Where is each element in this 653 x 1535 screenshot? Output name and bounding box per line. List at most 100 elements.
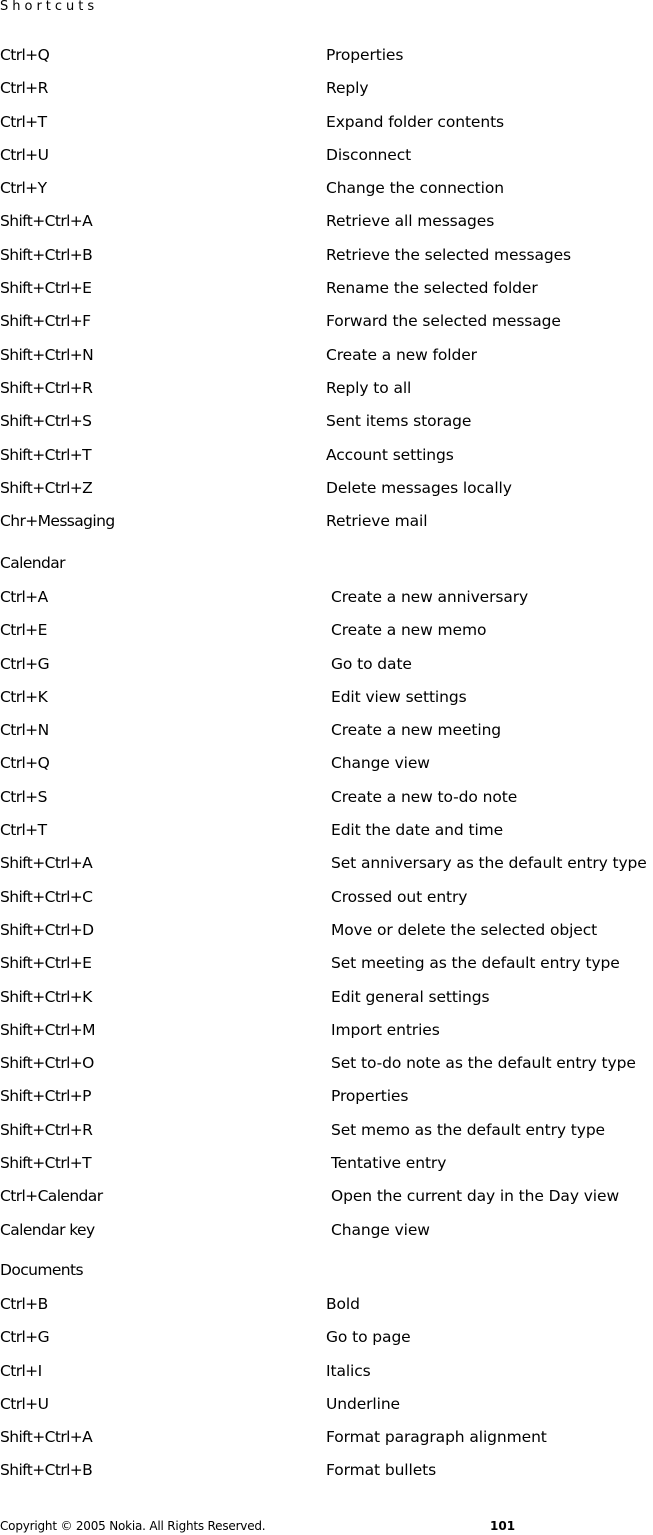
shortcut-row: Ctrl+A Create a new anniversary <box>0 587 653 620</box>
shortcut-description: Account settings <box>326 445 454 464</box>
shortcut-description: Import entries <box>331 1020 440 1039</box>
shortcut-key: Shift+Ctrl+M <box>0 1020 96 1039</box>
shortcut-description: Crossed out entry <box>331 887 468 906</box>
shortcut-key: Shift+Ctrl+K <box>0 987 92 1006</box>
shortcut-row: Shift+Ctrl+R Set memo as the default entr… <box>0 1120 653 1153</box>
shortcut-description: Edit view settings <box>331 687 467 706</box>
shortcut-description: Bold <box>326 1295 360 1313</box>
shortcut-row: Ctrl+U Underline <box>0 1394 653 1427</box>
shortcut-description: Set to-do note as the default entry type <box>331 1054 636 1073</box>
shortcut-description: Retrieve the selected messages <box>326 245 571 264</box>
shortcut-key: Shift+Ctrl+Z <box>0 478 93 497</box>
shortcut-row: Shift+Ctrl+K Edit general settings <box>0 987 653 1020</box>
shortcut-row: Shift+Ctrl+R Reply to all <box>0 378 653 411</box>
shortcut-key: Shift+Ctrl+C <box>0 887 93 906</box>
shortcut-key: Shift+Ctrl+F <box>0 312 91 331</box>
shortcut-row: Chr+Messaging Retrieve mail <box>0 511 653 544</box>
shortcut-row: Shift+Ctrl+M Import entries <box>0 1020 653 1053</box>
shortcut-description: Change view <box>331 1220 430 1239</box>
shortcut-key: Ctrl+E <box>0 621 47 640</box>
shortcut-key: Ctrl+T <box>0 112 47 131</box>
shortcut-key: Ctrl+B <box>0 1295 48 1313</box>
shortcut-key: Ctrl+Q <box>0 754 50 773</box>
shortcut-description: Change view <box>331 754 430 773</box>
shortcut-key: Ctrl+Q <box>0 46 50 64</box>
shortcut-description: Forward the selected message <box>326 312 561 331</box>
shortcut-row: Shift+Ctrl+B Retrieve the selected messag… <box>0 245 653 278</box>
shortcut-description: Set meeting as the default entry type <box>331 954 620 973</box>
shortcut-description: Go to page <box>326 1328 411 1347</box>
shortcut-row: Ctrl+Q Change view <box>0 753 653 786</box>
shortcut-key: Shift+Ctrl+E <box>0 954 92 973</box>
shortcut-description: Retrieve mail <box>326 512 428 531</box>
shortcut-description: Tentative entry <box>331 1154 447 1173</box>
shortcut-row: Ctrl+R Reply <box>0 78 653 111</box>
shortcut-key: Shift+Ctrl+R <box>0 1120 93 1139</box>
shortcut-description: Change the connection <box>326 179 504 198</box>
page-number: 101 <box>490 1519 516 1533</box>
shortcut-row: Ctrl+Q Properties <box>0 45 653 78</box>
shortcut-description: Properties <box>331 1087 409 1106</box>
shortcut-row: Ctrl+U Disconnect <box>0 145 653 178</box>
shortcut-key: Ctrl+T <box>0 821 47 840</box>
shortcut-key: Shift+Ctrl+B <box>0 245 93 264</box>
shortcut-key: Shift+Ctrl+T <box>0 445 92 464</box>
shortcut-row: Shift+Ctrl+S Sent items storage <box>0 411 653 444</box>
shortcut-row: Ctrl+T Edit the date and time <box>0 820 653 853</box>
shortcut-row: Ctrl+N Create a new meeting <box>0 720 653 753</box>
shortcut-description: Underline <box>326 1394 400 1413</box>
shortcut-row: Ctrl+B Bold <box>0 1294 653 1327</box>
shortcut-row: Calendar key Change view <box>0 1220 653 1253</box>
shortcut-key: Ctrl+U <box>0 145 49 164</box>
shortcut-key: Ctrl+S <box>0 787 47 806</box>
shortcut-key: Chr+Messaging <box>0 512 115 531</box>
shortcut-key: Ctrl+R <box>0 79 48 98</box>
shortcut-key: Shift+Ctrl+B <box>0 1461 93 1480</box>
shortcut-key: Shift+Ctrl+P <box>0 1087 92 1106</box>
shortcut-description: Create a new to-do note <box>331 787 518 806</box>
shortcut-key: Shift+Ctrl+S <box>0 412 92 431</box>
shortcut-description: Reply <box>326 79 369 98</box>
shortcut-description: Retrieve all messages <box>326 212 495 231</box>
shortcut-key: Ctrl+G <box>0 1328 50 1347</box>
shortcut-row: Ctrl+G Go to page <box>0 1327 653 1360</box>
shortcut-row: Ctrl+E Create a new memo <box>0 620 653 653</box>
shortcut-key: Shift+Ctrl+E <box>0 279 92 298</box>
shortcut-key: Shift+Ctrl+T <box>0 1154 92 1173</box>
shortcut-row: Shift+Ctrl+E Set meeting as the default e… <box>0 953 653 986</box>
shortcut-row: Shift+Ctrl+A Format paragraph alignment <box>0 1427 653 1460</box>
shortcut-description: Set memo as the default entry type <box>331 1120 605 1139</box>
calendar-shortcuts: Ctrl+A Create a new anniversary Ctrl+E Crea… <box>0 587 653 1253</box>
shortcut-row: Shift+Ctrl+A Set anniversary as the defau… <box>0 853 653 886</box>
shortcut-key: Ctrl+Y <box>0 179 47 198</box>
shortcut-key: Shift+Ctrl+R <box>0 378 93 397</box>
shortcut-row: Ctrl+G Go to date <box>0 654 653 687</box>
shortcut-key: Ctrl+U <box>0 1394 49 1413</box>
shortcut-row: Shift+Ctrl+F Forward the selected message <box>0 311 653 344</box>
shortcut-row: Shift+Ctrl+D Move or delete the selected … <box>0 920 653 953</box>
shortcut-description: Set anniversary as the default entry typ… <box>331 854 647 873</box>
shortcut-description: Sent items storage <box>326 412 472 431</box>
shortcut-key: Shift+Ctrl+A <box>0 212 93 231</box>
shortcut-description: Create a new memo <box>331 621 487 640</box>
shortcut-description: Create a new anniversary <box>331 588 529 606</box>
shortcut-row: Ctrl+S Create a new to-do note <box>0 787 653 820</box>
shortcut-description: Properties <box>326 46 404 64</box>
shortcut-row: Shift+Ctrl+T Tentative entry <box>0 1153 653 1186</box>
shortcut-row: Shift+Ctrl+P Properties <box>0 1086 653 1119</box>
shortcut-row: Ctrl+K Edit view settings <box>0 687 653 720</box>
shortcut-key: Shift+Ctrl+D <box>0 920 94 939</box>
shortcut-description: Disconnect <box>326 145 412 164</box>
shortcut-key: Ctrl+I <box>0 1361 42 1380</box>
shortcut-description: Delete messages locally <box>326 478 512 497</box>
shortcut-key: Ctrl+A <box>0 588 48 606</box>
shortcut-key: Shift+Ctrl+A <box>0 1428 93 1447</box>
shortcut-description: Go to date <box>331 654 412 673</box>
shortcut-row: Shift+Ctrl+E Rename the selected folder <box>0 278 653 311</box>
shortcut-row: Shift+Ctrl+C Crossed out entry <box>0 887 653 920</box>
shortcut-key: Shift+Ctrl+O <box>0 1054 94 1073</box>
shortcut-key: Ctrl+K <box>0 687 48 706</box>
shortcut-key: Ctrl+G <box>0 654 50 673</box>
shortcut-description: Edit general settings <box>331 987 490 1006</box>
calendar-section-title: Calendar <box>0 554 66 572</box>
